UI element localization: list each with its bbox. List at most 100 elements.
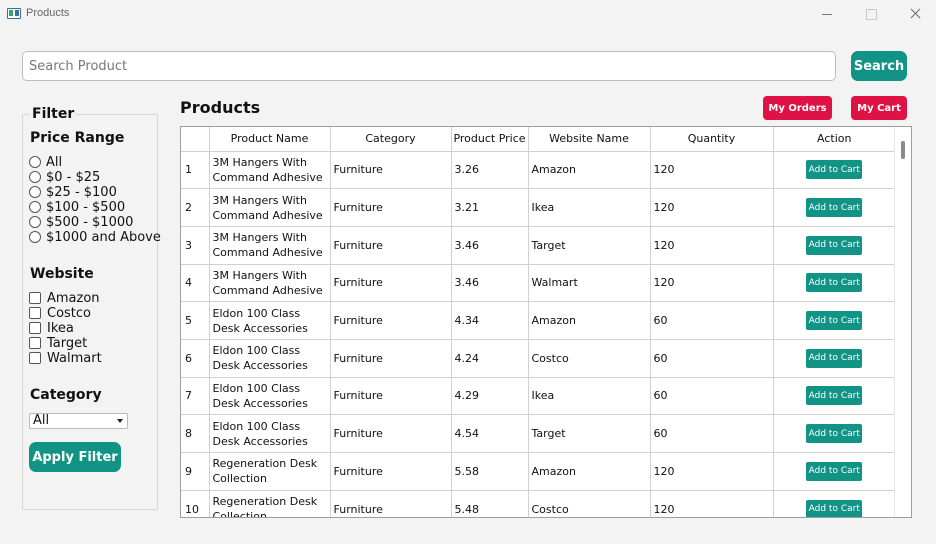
column-header[interactable]: Quantity [650, 127, 774, 152]
products-title: Products [180, 98, 261, 117]
search-input[interactable] [22, 51, 836, 81]
product-name-cell: Eldon 100 Class Desk Accessories [209, 301, 331, 340]
action-cell: Add to Cart [773, 188, 895, 227]
action-cell: Add to Cart [773, 301, 895, 340]
vertical-scrollbar[interactable] [894, 127, 911, 517]
row-index: 4 [181, 264, 210, 303]
action-cell: Add to Cart [773, 377, 895, 416]
category-cell: Furniture [330, 339, 452, 378]
radio-icon[interactable] [29, 216, 41, 228]
checkbox-icon[interactable] [29, 307, 41, 319]
add-to-cart-button[interactable]: Add to Cart [806, 386, 863, 406]
radio-icon[interactable] [29, 156, 41, 168]
checkbox-icon[interactable] [29, 322, 41, 334]
add-to-cart-button[interactable]: Add to Cart [806, 348, 863, 368]
checkbox-icon[interactable] [29, 352, 41, 364]
product-name-cell: 3M Hangers With Command Adhesive [209, 264, 331, 303]
add-to-cart-button[interactable]: Add to Cart [806, 198, 863, 218]
my-cart-button[interactable]: My Cart [851, 96, 907, 120]
category-cell: Furniture [330, 377, 452, 416]
close-icon[interactable] [902, 4, 928, 24]
apply-filter-button[interactable]: Apply Filter [29, 442, 121, 472]
table-row[interactable]: 3 3M Hangers With Command Adhesive Furnitu… [181, 226, 895, 265]
product-name-cell: Eldon 100 Class Desk Accessories [209, 414, 331, 453]
website-option-costco[interactable]: Costco [29, 306, 91, 321]
row-index: 6 [181, 339, 210, 378]
checkbox-icon[interactable] [29, 337, 41, 349]
website-option-target[interactable]: Target [29, 336, 87, 351]
column-header[interactable]: Website Name [528, 127, 651, 152]
quantity-cell: 60 [650, 339, 774, 378]
table-row[interactable]: 10 Regeneration Desk Collection Furniture 5… [181, 490, 895, 517]
radio-icon[interactable] [29, 171, 41, 183]
product-name-cell: 3M Hangers With Command Adhesive [209, 151, 331, 190]
radio-icon[interactable] [29, 186, 41, 198]
price-cell: 3.21 [451, 188, 529, 227]
website-cell: Target [528, 414, 651, 453]
row-index: 2 [181, 188, 210, 227]
product-name-cell: Regeneration Desk Collection [209, 452, 331, 491]
price-option-1000-above[interactable]: $1000 and Above [29, 230, 161, 245]
price-option-100-500[interactable]: $100 - $500 [29, 200, 125, 215]
add-to-cart-button[interactable]: Add to Cart [806, 461, 863, 481]
filter-title: Filter [30, 106, 77, 122]
price-cell: 4.34 [451, 301, 529, 340]
table-row[interactable]: 6 Eldon 100 Class Desk Accessories Furnitu… [181, 339, 895, 378]
table-row[interactable]: 2 3M Hangers With Command Adhesive Furnitu… [181, 188, 895, 227]
products-table: Product Name Category Product Price Webs… [180, 126, 912, 518]
category-cell: Furniture [330, 414, 452, 453]
price-option-500-1000[interactable]: $500 - $1000 [29, 215, 133, 230]
minimize-icon[interactable] [814, 4, 840, 24]
add-to-cart-button[interactable]: Add to Cart [806, 235, 863, 255]
website-option-amazon[interactable]: Amazon [29, 291, 100, 306]
price-cell: 4.54 [451, 414, 529, 453]
column-header[interactable]: Product Price [451, 127, 529, 152]
quantity-cell: 60 [650, 414, 774, 453]
category-cell: Furniture [330, 151, 452, 190]
quantity-cell: 120 [650, 264, 774, 303]
action-cell: Add to Cart [773, 226, 895, 265]
scrollbar-thumb[interactable] [901, 141, 905, 159]
category-heading: Category [30, 387, 102, 403]
radio-icon[interactable] [29, 231, 41, 243]
row-index: 1 [181, 151, 210, 190]
table-row[interactable]: 5 Eldon 100 Class Desk Accessories Furnitu… [181, 301, 895, 340]
maximize-icon[interactable] [858, 4, 884, 24]
quantity-cell: 120 [650, 226, 774, 265]
quantity-cell: 60 [650, 377, 774, 416]
my-orders-button[interactable]: My Orders [763, 96, 832, 120]
add-to-cart-button[interactable]: Add to Cart [806, 311, 863, 331]
table-row[interactable]: 1 3M Hangers With Command Adhesive Furnitu… [181, 151, 895, 190]
action-cell: Add to Cart [773, 151, 895, 190]
website-cell: Costco [528, 490, 651, 517]
website-cell: Ikea [528, 188, 651, 227]
price-option-all[interactable]: All [29, 155, 62, 170]
add-to-cart-button[interactable]: Add to Cart [806, 499, 863, 517]
category-cell: Furniture [330, 301, 452, 340]
table-row[interactable]: 4 3M Hangers With Command Adhesive Furnitu… [181, 264, 895, 303]
website-cell: Target [528, 226, 651, 265]
price-option-25-100[interactable]: $25 - $100 [29, 185, 117, 200]
add-to-cart-button[interactable]: Add to Cart [806, 424, 863, 444]
category-cell: Furniture [330, 226, 452, 265]
add-to-cart-button[interactable]: Add to Cart [806, 273, 863, 293]
website-option-walmart[interactable]: Walmart [29, 351, 102, 366]
product-name-cell: Eldon 100 Class Desk Accessories [209, 339, 331, 378]
action-cell: Add to Cart [773, 414, 895, 453]
checkbox-icon[interactable] [29, 292, 41, 304]
price-option-0-25[interactable]: $0 - $25 [29, 170, 100, 185]
search-button[interactable]: Search [851, 51, 907, 81]
table-row[interactable]: 9 Regeneration Desk Collection Furniture 5.… [181, 452, 895, 491]
add-to-cart-button[interactable]: Add to Cart [806, 160, 863, 180]
column-header[interactable]: Product Name [209, 127, 331, 152]
website-option-ikea[interactable]: Ikea [29, 321, 74, 336]
category-cell: Furniture [330, 490, 452, 517]
column-header[interactable]: Action [773, 127, 895, 152]
category-select[interactable]: All [29, 413, 128, 429]
table-row[interactable]: 8 Eldon 100 Class Desk Accessories Furnitu… [181, 414, 895, 453]
column-header[interactable]: Category [330, 127, 452, 152]
table-row[interactable]: 7 Eldon 100 Class Desk Accessories Furnitu… [181, 377, 895, 416]
radio-icon[interactable] [29, 201, 41, 213]
window-title: Products [26, 7, 70, 19]
row-index: 7 [181, 377, 210, 416]
